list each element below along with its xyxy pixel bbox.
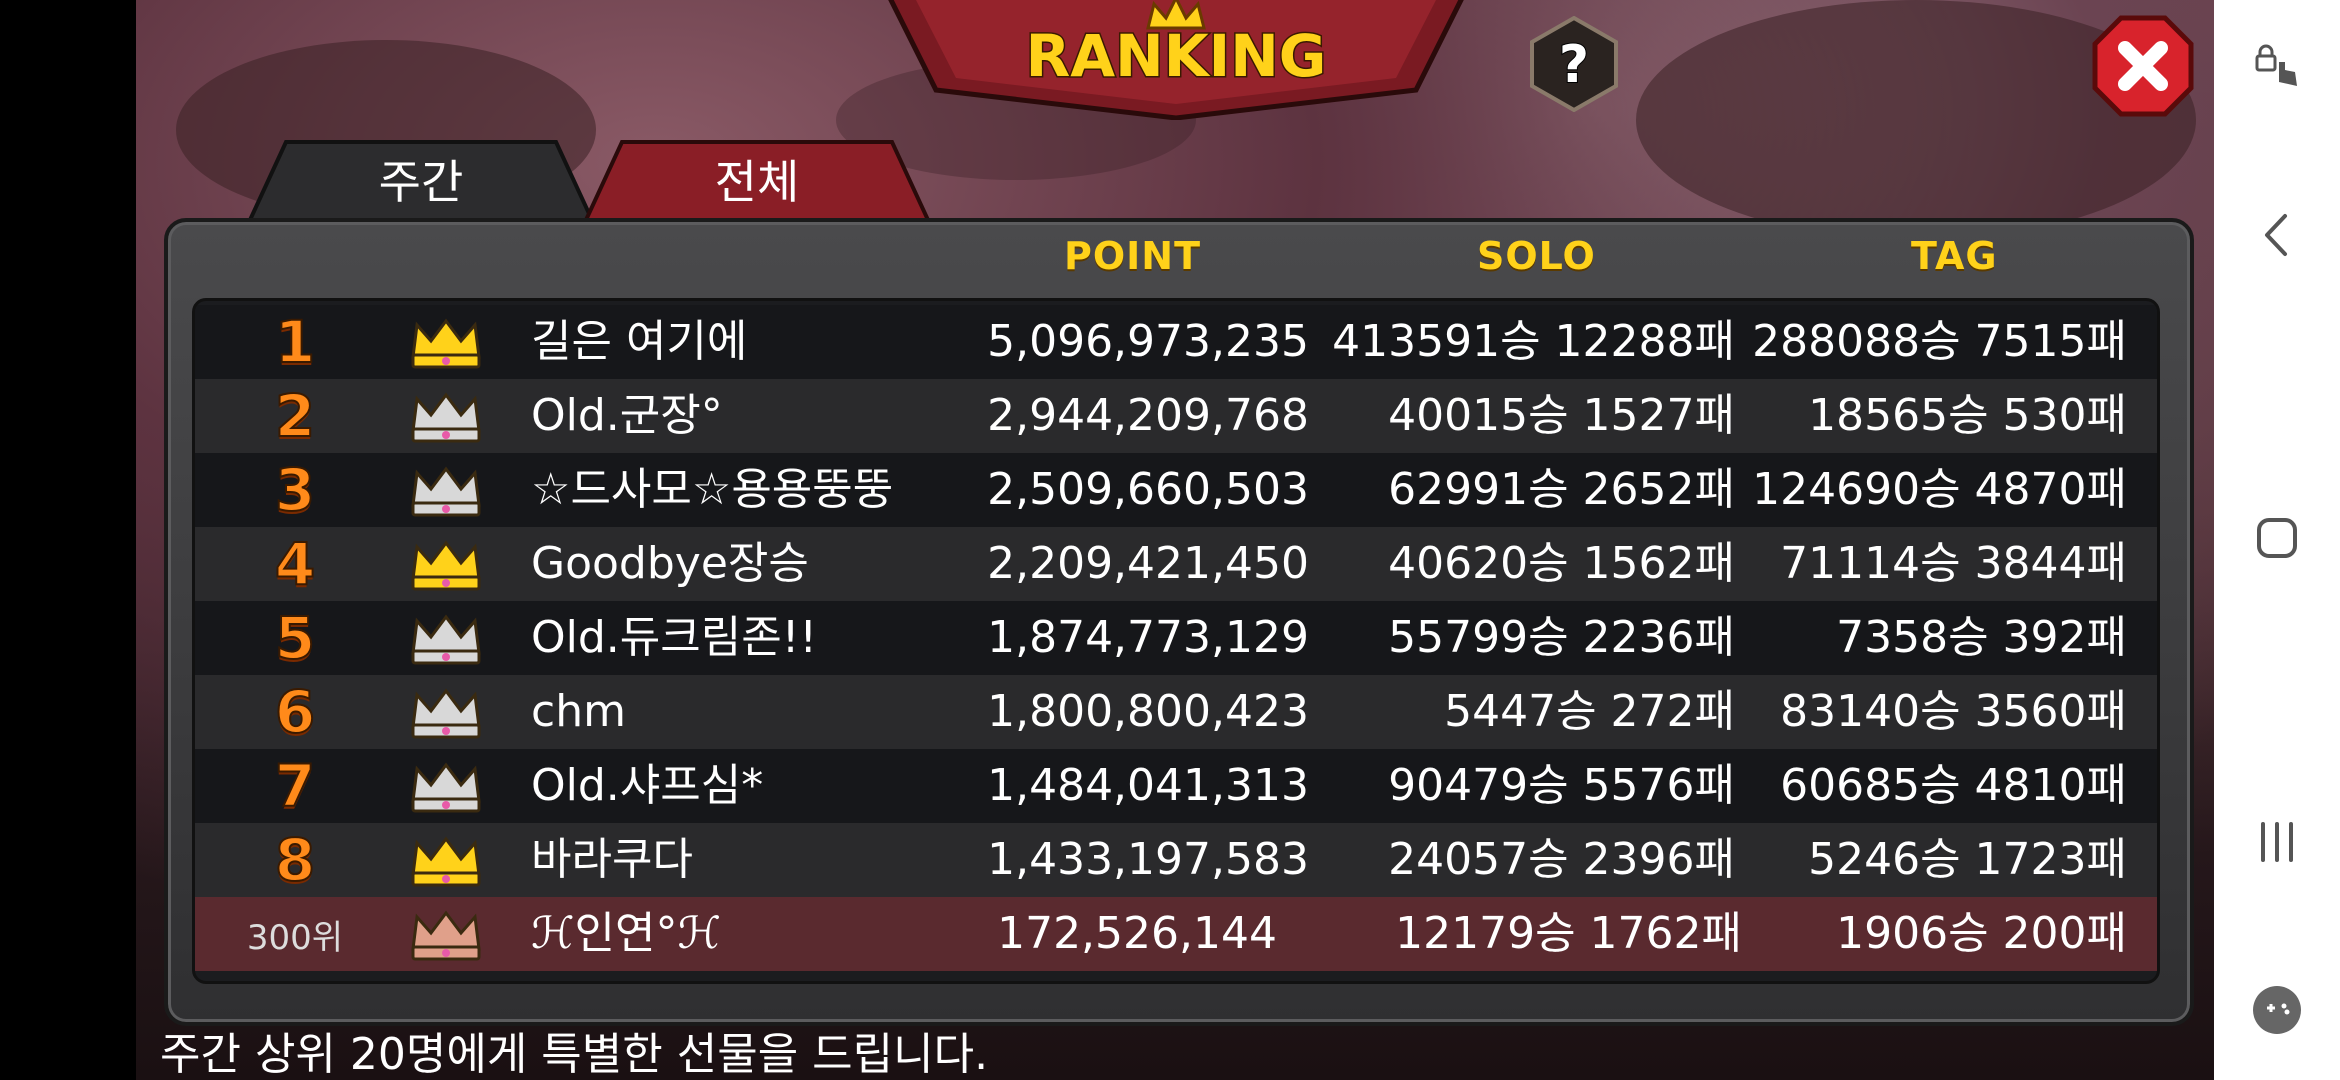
title-banner: RANKING <box>876 0 1476 121</box>
game-tools-icon[interactable] <box>2214 980 2340 1040</box>
rank-number: 8 <box>274 825 316 895</box>
crown-icon <box>411 910 481 961</box>
point-value: 1,874,773,129 <box>987 612 1309 663</box>
question-icon: ? <box>1530 15 1618 113</box>
player-name: chm <box>531 686 626 737</box>
back-icon[interactable] <box>2214 205 2340 265</box>
solo-record: 90479승 5576패 <box>1388 760 1735 811</box>
tag-record: 71114승 3844패 <box>1780 538 2127 589</box>
tag-record: 83140승 3560패 <box>1780 686 2127 737</box>
crown-icon <box>411 466 481 517</box>
rank-cell: 300위 <box>195 897 395 971</box>
close-icon <box>2092 15 2194 117</box>
tag-record: 7358승 392패 <box>1836 612 2127 663</box>
svg-text:?: ? <box>1559 35 1589 95</box>
rank-number: 1 <box>274 307 316 377</box>
rank-cell: 7 <box>195 749 395 823</box>
ranking-row[interactable]: 1 길은 여기에 5,096,973,235 413591승 12288패 288088… <box>195 305 2157 379</box>
tag-record: 60685승 4810패 <box>1780 760 2127 811</box>
rank-cell: 2 <box>195 379 395 453</box>
home-icon[interactable] <box>2214 508 2340 568</box>
point-value: 2,944,209,768 <box>987 390 1309 441</box>
close-button[interactable] <box>2091 14 2195 118</box>
crown-icon <box>411 540 481 591</box>
crown-icon <box>411 318 481 369</box>
point-value: 1,433,197,583 <box>987 834 1309 885</box>
ranking-row[interactable]: 5 Old.듀크림존!! 1,874,773,129 55799승 2236패 7358… <box>195 601 2157 675</box>
point-value: 1,800,800,423 <box>987 686 1309 737</box>
my-rank-row[interactable]: 300위 ℋ인연°ℋ 172,526,144 12179승 1762패 1906승 20… <box>195 897 2157 971</box>
game-screen: RANKING ? 주간 전체 POINT SOLO TAG 1 길은 여기에 5,… <box>136 0 2214 1080</box>
ranking-row[interactable]: 6 chm 1,800,800,423 5447승 272패 83140승 3560패 <box>195 675 2157 749</box>
rank-number: 7 <box>274 751 316 821</box>
tab-weekly[interactable]: 주간 <box>246 138 596 220</box>
rank-number: 5 <box>274 603 316 673</box>
ranking-row[interactable]: 4 Goodbye장승 2,209,421,450 40620승 1562패 71114… <box>195 527 2157 601</box>
point-value: 2,509,660,503 <box>987 464 1309 515</box>
solo-record: 5447승 272패 <box>1444 686 1735 737</box>
solo-record: 24057승 2396패 <box>1388 834 1735 885</box>
column-header-point: POINT <box>1064 234 1202 278</box>
tag-record: 288088승 7515패 <box>1752 316 2127 367</box>
point-value: 1,484,041,313 <box>987 760 1309 811</box>
tag-record: 1906승 200패 <box>1836 908 2127 959</box>
ranking-list[interactable]: 1 길은 여기에 5,096,973,235 413591승 12288패 288088… <box>192 298 2160 984</box>
rank-cell: 4 <box>195 527 395 601</box>
rank-cell: 1 <box>195 305 395 379</box>
player-name: Old.군장° <box>531 390 723 441</box>
solo-record: 12179승 1762패 <box>1395 908 1742 959</box>
rank-cell: 6 <box>195 675 395 749</box>
tag-record: 18565승 530패 <box>1808 390 2127 441</box>
rank-cell: 5 <box>195 601 395 675</box>
solo-record: 40620승 1562패 <box>1388 538 1735 589</box>
rank-number: 6 <box>274 677 316 747</box>
column-header-tag: TAG <box>1911 234 1998 278</box>
solo-record: 413591승 12288패 <box>1332 316 1735 367</box>
crown-icon <box>411 614 481 665</box>
column-header-solo: SOLO <box>1477 234 1596 278</box>
tag-record: 5246승 1723패 <box>1808 834 2127 885</box>
ranking-row[interactable]: 8 바라쿠다 1,433,197,583 24057승 2396패 5246승 1723… <box>195 823 2157 897</box>
rank-number: 4 <box>274 529 316 599</box>
rank-cell: 8 <box>195 823 395 897</box>
ranking-row[interactable]: 7 Old.샤프심* 1,484,041,313 90479승 5576패 60685승… <box>195 749 2157 823</box>
player-name: 바라쿠다 <box>531 834 693 885</box>
crown-icon <box>411 688 481 739</box>
page-title: RANKING <box>1026 22 1327 90</box>
rank-number: 2 <box>274 381 316 451</box>
player-name: ℋ인연°ℋ <box>531 908 721 959</box>
tab-weekly-label: 주간 <box>378 155 464 209</box>
ranking-row[interactable]: 2 Old.군장° 2,944,209,768 40015승 1527패 18565승 … <box>195 379 2157 453</box>
tag-record: 124690승 4870패 <box>1752 464 2127 515</box>
tab-all[interactable]: 전체 <box>582 138 932 220</box>
rank-cell: 3 <box>195 453 395 527</box>
crown-icon <box>411 762 481 813</box>
point-value: 2,209,421,450 <box>987 538 1309 589</box>
point-value: 172,526,144 <box>997 908 1277 959</box>
system-navigation-bar <box>2214 0 2340 1080</box>
crown-icon <box>411 836 481 887</box>
crown-icon <box>411 392 481 443</box>
tab-all-label: 전체 <box>714 155 800 209</box>
rank-number: 300위 <box>246 917 344 958</box>
ranking-row[interactable]: 3 ☆드사모☆용용뚱뚱 2,509,660,503 62991승 2652패 12469… <box>195 453 2157 527</box>
solo-record: 55799승 2236패 <box>1388 612 1735 663</box>
rank-number: 3 <box>274 455 316 525</box>
recents-icon[interactable] <box>2214 812 2340 872</box>
footer-notice: 주간 상위 20명에게 특별한 선물을 드립니다. <box>160 1029 989 1080</box>
solo-record: 40015승 1527패 <box>1388 390 1735 441</box>
help-button[interactable]: ? <box>1526 15 1622 113</box>
solo-record: 62991승 2652패 <box>1388 464 1735 515</box>
point-value: 5,096,973,235 <box>987 316 1309 367</box>
touch-lock-icon[interactable] <box>2214 40 2340 100</box>
